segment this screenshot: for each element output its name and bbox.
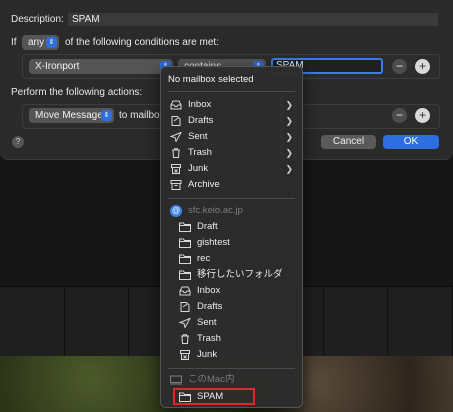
chevron-right-icon: ❯ (285, 116, 293, 126)
menu-section-local: このMac内 (161, 372, 302, 388)
action-type-popup[interactable]: Move Message ⇕ (29, 108, 114, 123)
menu-item-account-trash[interactable]: Trash (161, 331, 302, 347)
menu-item-sent[interactable]: Sent ❯ (161, 129, 302, 145)
menu-separator (168, 198, 295, 199)
remove-action-button[interactable]: − (392, 108, 407, 123)
condition-header-popup[interactable]: X-Ironport ⇕ (29, 59, 173, 74)
menu-item-account-junk[interactable]: Junk (161, 347, 302, 363)
junk-icon (170, 164, 182, 174)
menu-item-account-migrate-folder[interactable]: 移行したいフォルダ (161, 267, 302, 283)
remove-condition-button[interactable]: − (392, 59, 407, 74)
menu-separator (168, 91, 295, 92)
menu-item-trash[interactable]: Trash ❯ (161, 145, 302, 161)
add-condition-button[interactable]: + (415, 59, 430, 74)
menu-item-account-sent[interactable]: Sent (161, 315, 302, 331)
trash-icon (179, 334, 191, 344)
drafts-icon (170, 116, 182, 126)
archive-icon (170, 180, 182, 190)
trash-icon (170, 148, 182, 158)
at-icon: @ (170, 205, 182, 217)
condition-header-value: X-Ironport (35, 61, 80, 72)
chevron-right-icon: ❯ (285, 164, 293, 174)
menu-item-account-drafts[interactable]: Drafts (161, 299, 302, 315)
if-label: If (11, 37, 17, 48)
menu-item-inbox[interactable]: Inbox ❯ (161, 97, 302, 113)
chevron-updown-icon: ⇕ (101, 110, 112, 121)
menu-item-account-rec[interactable]: rec (161, 251, 302, 267)
menu-item-account-gishtest[interactable]: gishtest (161, 235, 302, 251)
inbox-icon (170, 100, 182, 110)
action-type-value: Move Message (35, 110, 103, 121)
folder-icon (179, 238, 191, 248)
folder-icon (179, 270, 191, 280)
menu-separator (168, 368, 295, 369)
chevron-right-icon: ❯ (285, 132, 293, 142)
actions-label: Perform the following actions: (11, 87, 143, 98)
folder-icon (179, 254, 191, 264)
sent-icon (179, 318, 191, 328)
add-action-button[interactable]: + (415, 108, 430, 123)
ok-button[interactable]: OK (383, 135, 439, 149)
chevron-updown-icon: ⇕ (46, 37, 57, 48)
menu-item-archive[interactable]: Archive (161, 177, 302, 193)
match-mode-popup[interactable]: any ⇕ (22, 35, 59, 50)
drafts-icon (179, 302, 191, 312)
computer-icon (170, 375, 182, 385)
menu-header: No mailbox selected (168, 74, 254, 85)
to-mailbox-label: to mailbox (119, 110, 165, 121)
match-mode-value: any (28, 37, 45, 48)
menu-item-drafts[interactable]: Drafts ❯ (161, 113, 302, 129)
description-label: Description: (11, 14, 64, 25)
junk-icon (179, 350, 191, 360)
mailbox-menu: No mailbox selected Inbox ❯ Drafts ❯ Sen… (160, 66, 303, 408)
description-field[interactable] (68, 13, 438, 26)
help-button[interactable]: ? (12, 136, 24, 148)
chevron-right-icon: ❯ (285, 148, 293, 158)
chevron-right-icon: ❯ (285, 100, 293, 110)
menu-item-junk[interactable]: Junk ❯ (161, 161, 302, 177)
menu-item-account-draft[interactable]: Draft (161, 219, 302, 235)
spam-folder-highlight (173, 388, 255, 405)
inbox-icon (179, 286, 191, 296)
folder-icon (179, 222, 191, 232)
conditions-suffix-label: of the following conditions are met: (65, 37, 219, 48)
menu-section-account: @ sfc.keio.ac.jp (170, 205, 243, 217)
cancel-button[interactable]: Cancel (321, 135, 376, 149)
menu-item-account-inbox[interactable]: Inbox (161, 283, 302, 299)
sent-icon (170, 132, 182, 142)
